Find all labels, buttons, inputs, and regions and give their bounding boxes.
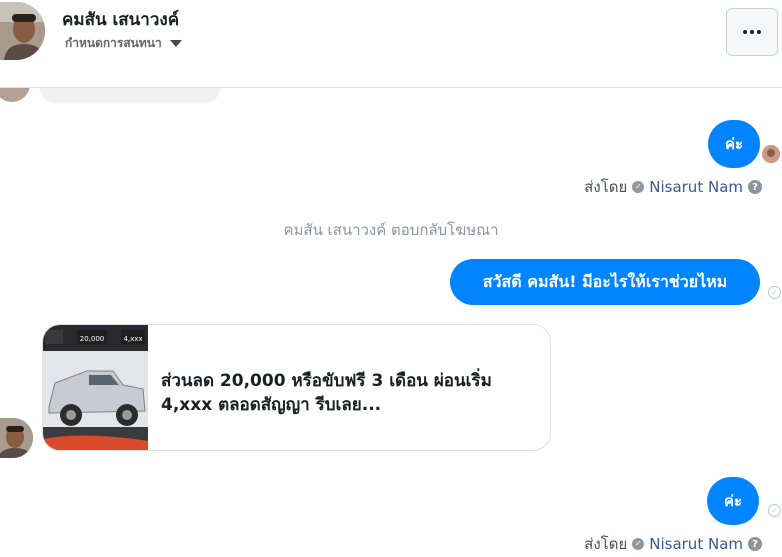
conversation-settings-label: กำหนดการสนทนา (65, 36, 162, 50)
contact-avatar[interactable] (0, 2, 45, 60)
greeting-text: สวัสดี คมสัน! มีอะไรให้เราช่วยไหม (482, 271, 728, 291)
conversation-header: คมสัน เสนาวงค์ กำหนดการสนทนา (0, 0, 782, 88)
conversation-settings-dropdown[interactable]: กำหนดการสนทนา (65, 34, 182, 53)
ad-thumbnail-image: 20,000 4,xxx (43, 325, 148, 450)
help-icon[interactable]: ? (748, 180, 762, 194)
contact-avatar-small[interactable] (0, 418, 33, 458)
delivered-check-icon: ✓ (768, 504, 781, 517)
ad-thumb-tag-1: 20,000 (80, 335, 105, 343)
outgoing-message-bubble[interactable]: ค่ะ (707, 477, 759, 525)
message-text: ค่ะ (723, 492, 743, 510)
ad-headline: ส่วนลด 20,000 หรือขับฟรี 3 เดือน ผ่อนเริ… (161, 371, 492, 415)
message-text: ค่ะ (724, 135, 744, 153)
sent-by-row: ส่งโดย ✓ Nisarut Nam ? (584, 175, 762, 199)
help-icon[interactable]: ? (748, 537, 762, 551)
more-options-icon (743, 30, 761, 34)
chat-window: คมสัน เสนาวงค์ กำหนดการสนทนา ค่ะ ส่งโดย … (0, 0, 782, 557)
chevron-down-icon (169, 40, 182, 47)
sent-by-row: ส่งโดย ✓ Nisarut Nam ? (584, 532, 762, 556)
outgoing-greeting-bubble[interactable]: สวัสดี คมสัน! มีอะไรให้เราช่วยไหม (450, 259, 760, 305)
sender-name-link[interactable]: Nisarut Nam (649, 535, 743, 553)
sent-by-label: ส่งโดย (584, 535, 628, 553)
sent-by-label: ส่งโดย (584, 178, 628, 196)
ad-card[interactable]: 20,000 4,xxx ส่วนลด 20,000 หรือขับฟรี 3 … (42, 324, 551, 451)
verified-check-icon: ✓ (632, 538, 645, 550)
ad-reply-note: คมสัน เสนาวงค์ ตอบกลับโฆษณา (283, 221, 499, 239)
more-options-button[interactable] (726, 8, 778, 56)
ad-thumb-tag-2: 4,xxx (123, 335, 142, 343)
delivered-check-icon: ✓ (768, 286, 781, 299)
outgoing-message-bubble[interactable]: ค่ะ (708, 120, 760, 168)
verified-check-icon: ✓ (632, 181, 645, 193)
seen-avatar (762, 145, 780, 163)
sender-name-link[interactable]: Nisarut Nam (649, 178, 743, 196)
contact-name: คมสัน เสนาวงค์ (62, 10, 180, 30)
